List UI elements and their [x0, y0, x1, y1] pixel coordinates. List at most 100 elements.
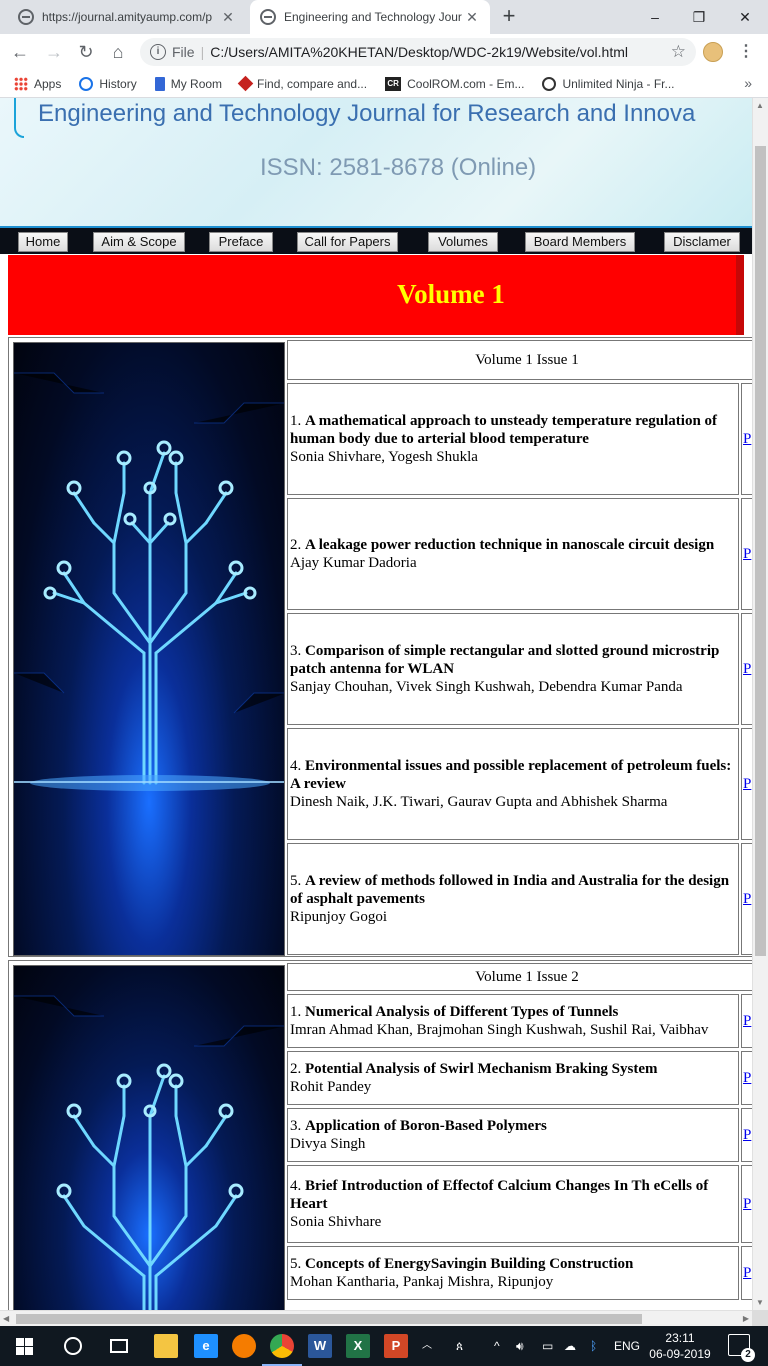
bookmark-my-room[interactable]: My Room — [154, 76, 223, 91]
bookmark-find-compare[interactable]: Find, compare and... — [237, 75, 368, 92]
monitor-icon[interactable]: ▭ — [542, 1326, 553, 1366]
bookmark-label: History — [99, 76, 137, 91]
task-view-icon[interactable] — [110, 1339, 128, 1353]
info-icon[interactable]: i — [150, 44, 166, 60]
paper-pdf-link[interactable]: P — [743, 1265, 751, 1282]
home-button[interactable]: ⌂ — [106, 40, 130, 64]
close-tab-icon[interactable]: ✕ — [220, 9, 236, 26]
people-icon[interactable]: ጰ — [456, 1326, 463, 1366]
paper-pdf-link[interactable]: P — [743, 1013, 751, 1030]
globe-icon — [18, 9, 34, 25]
vertical-scroll-thumb[interactable] — [755, 146, 766, 956]
bluetooth-icon[interactable]: ᛒ — [590, 1326, 597, 1366]
paper-pdf-link[interactable]: P — [743, 431, 751, 448]
file-explorer-icon[interactable] — [154, 1334, 178, 1358]
paper-pdf-link[interactable]: P — [743, 1070, 751, 1087]
paper-entry: 4. Environmental issues and possible rep… — [287, 728, 739, 840]
search-icon[interactable] — [64, 1337, 82, 1355]
nav-disclamer-button[interactable]: Disclamer — [664, 232, 740, 252]
paper-pdf-link[interactable]: P — [743, 1196, 751, 1213]
windows-start-icon[interactable] — [14, 1334, 38, 1358]
paper-pdf-link[interactable]: P — [743, 891, 751, 908]
circuit-tree-image — [13, 965, 285, 1310]
bookmark-apps[interactable]: Apps — [14, 76, 61, 91]
chevron-up-icon[interactable]: ︿ — [422, 1326, 432, 1366]
horizontal-scroll-thumb[interactable] — [16, 1314, 642, 1324]
paper-pdf-link[interactable]: P — [743, 661, 751, 678]
paper-authors: Sonia Shivhare, Yogesh Shukla — [290, 449, 478, 465]
paper-entry: 1. Numerical Analysis of Different Types… — [287, 994, 739, 1048]
word-icon[interactable]: W — [308, 1334, 332, 1358]
close-window-button[interactable]: ✕ — [722, 0, 768, 34]
edge-icon[interactable]: e — [194, 1334, 218, 1358]
paper-number: 3. — [290, 643, 302, 659]
paper-authors: Rohit Pandey — [290, 1079, 372, 1095]
bookmarks-overflow-button[interactable]: » — [744, 75, 752, 91]
scroll-up-icon[interactable]: ▲ — [756, 101, 764, 110]
url-text[interactable]: C:/Users/AMITA%20KHETAN/Desktop/WDC-2k19… — [210, 44, 671, 60]
notification-count: 2 — [741, 1348, 755, 1362]
issn-text: ISSN: 2581-8678 (Online) — [260, 154, 537, 181]
clock[interactable]: 23:11 06-09-2019 — [648, 1330, 712, 1362]
profile-avatar[interactable] — [703, 42, 723, 62]
language-indicator[interactable]: ENG — [614, 1326, 640, 1366]
diamond-icon — [237, 75, 254, 92]
nav-home-button[interactable]: Home — [18, 232, 68, 252]
minimize-button[interactable]: – — [632, 0, 678, 34]
scroll-right-icon[interactable]: ▶ — [743, 1314, 749, 1323]
back-button[interactable]: ← — [8, 40, 32, 64]
forward-button[interactable]: → — [42, 40, 66, 64]
powerpoint-icon[interactable]: P — [384, 1334, 408, 1358]
nav-board-members-button[interactable]: Board Members — [525, 232, 635, 252]
paper-authors: Dinesh Naik, J.K. Tiwari, Gaurav Gupta a… — [290, 794, 668, 810]
horizontal-scrollbar[interactable]: ◀ ▶ — [0, 1310, 752, 1326]
bookmark-label: My Room — [170, 76, 223, 91]
bookmark-star-icon[interactable]: ☆ — [671, 42, 686, 62]
paper-pdf-link[interactable]: P — [743, 546, 751, 563]
menu-icon[interactable]: ⋮ — [738, 41, 754, 63]
bookmark-history[interactable]: History — [79, 76, 137, 91]
book-icon — [154, 76, 165, 91]
scroll-down-icon[interactable]: ▼ — [756, 1298, 764, 1307]
new-tab-button[interactable]: + — [498, 5, 520, 28]
banner-decoration — [14, 98, 24, 138]
address-bar[interactable]: i File | C:/Users/AMITA%20KHETAN/Desktop… — [140, 38, 696, 66]
page-viewport: Engineering and Technology Journal for R… — [0, 98, 768, 1310]
paper-pdf-link[interactable]: P — [743, 1127, 751, 1144]
paper-authors: Ajay Kumar Dadoria — [290, 555, 417, 571]
paper-title: Application of Boron-Based Polymers — [305, 1118, 547, 1134]
tab-strip: https://journal.amityaump.com/p ✕ Engine… — [0, 0, 768, 34]
tab-journal-site[interactable]: https://journal.amityaump.com/p ✕ — [8, 0, 246, 34]
divider: | — [200, 44, 205, 60]
paper-pdf-link[interactable]: P — [743, 776, 751, 793]
notification-icon[interactable]: 2 — [728, 1334, 755, 1362]
paper-title: A leakage power reduction technique in n… — [305, 537, 715, 553]
nav-aim-scope-button[interactable]: Aim & Scope — [93, 232, 185, 252]
bookmark-coolrom[interactable]: CR CoolROM.com - Em... — [385, 76, 524, 91]
paper-number: 1. — [290, 1004, 302, 1020]
history-icon — [79, 76, 94, 91]
volume-header: Volume 1 — [8, 255, 744, 335]
avast-icon[interactable] — [232, 1334, 256, 1358]
paper-authors: Mohan Kantharia, Pankaj Mishra, Ripunjoy — [290, 1274, 554, 1290]
site-nav: Home Aim & Scope Preface Call for Papers… — [0, 226, 752, 254]
paper-number: 4. — [290, 758, 302, 774]
reload-button[interactable]: ↻ — [74, 40, 98, 64]
close-tab-icon[interactable]: ✕ — [464, 9, 480, 26]
globe-icon — [542, 76, 557, 91]
restore-button[interactable]: ❐ — [676, 0, 722, 34]
volume-icon[interactable]: 🔊︎ — [516, 1326, 524, 1366]
chrome-icon[interactable] — [262, 1334, 302, 1366]
chevron-up-icon[interactable]: ^ — [494, 1326, 500, 1366]
nav-preface-button[interactable]: Preface — [209, 232, 273, 252]
cloud-icon[interactable]: ☁︎ — [564, 1326, 576, 1366]
bookmark-unlimited-ninja[interactable]: Unlimited Ninja - Fr... — [542, 76, 675, 91]
bookmark-label: Find, compare and... — [257, 76, 368, 91]
nav-call-for-papers-button[interactable]: Call for Papers — [297, 232, 398, 252]
excel-icon[interactable]: X — [346, 1334, 370, 1358]
tab-engineering-journal[interactable]: Engineering and Technology Jour ✕ — [250, 0, 490, 34]
scroll-left-icon[interactable]: ◀ — [3, 1314, 9, 1323]
paper-authors: Imran Ahmad Khan, Brajmohan Singh Kushwa… — [290, 1022, 709, 1038]
vertical-scrollbar[interactable]: ▲ ▼ — [752, 98, 768, 1310]
nav-volumes-button[interactable]: Volumes — [428, 232, 498, 252]
